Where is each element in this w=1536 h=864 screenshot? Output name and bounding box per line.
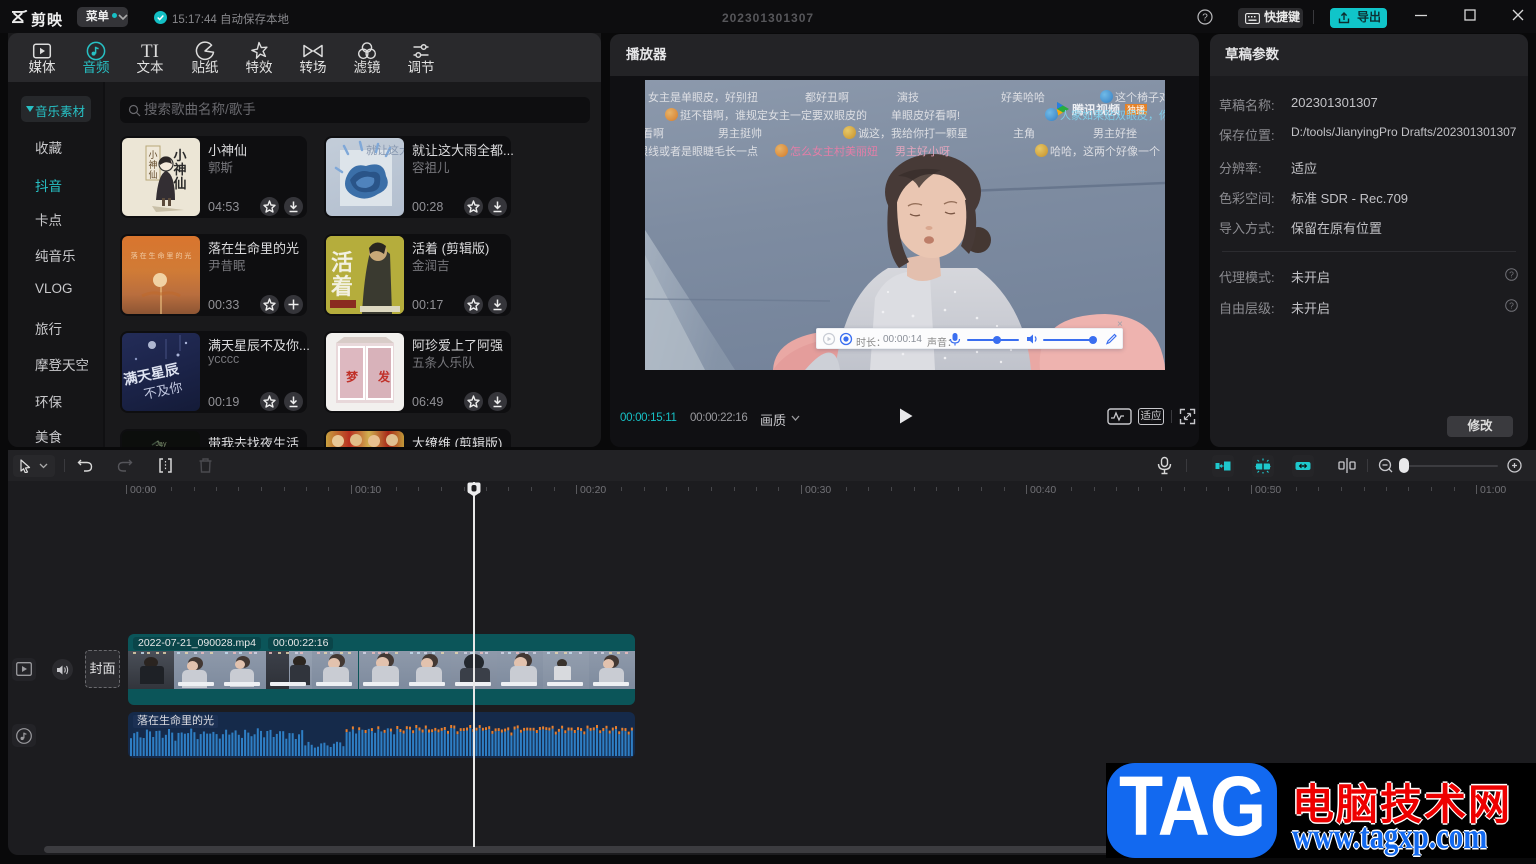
svg-text:仙: 仙 <box>173 176 186 191</box>
svg-text:神: 神 <box>173 162 186 177</box>
svg-text:落 在 生 命 里 的 光: 落 在 生 命 里 的 光 <box>131 251 192 260</box>
svg-text:小: 小 <box>148 150 157 160</box>
svg-text:神: 神 <box>148 159 157 170</box>
svg-text:仙: 仙 <box>148 169 157 180</box>
svg-text:?: ? <box>1509 270 1514 280</box>
svg-text:?: ? <box>1509 301 1514 311</box>
svg-text:活: 活 <box>331 250 353 275</box>
svg-text:梦: 梦 <box>346 369 359 384</box>
svg-text:Jay: Jay <box>156 441 167 447</box>
svg-text:就让这大雨: 就让这大雨 <box>366 143 404 157</box>
svg-text:小: 小 <box>173 148 186 163</box>
svg-text:TI: TI <box>141 41 159 62</box>
svg-text:发: 发 <box>377 369 391 384</box>
svg-text:?: ? <box>1202 13 1208 24</box>
svg-text:着: 着 <box>330 274 353 299</box>
